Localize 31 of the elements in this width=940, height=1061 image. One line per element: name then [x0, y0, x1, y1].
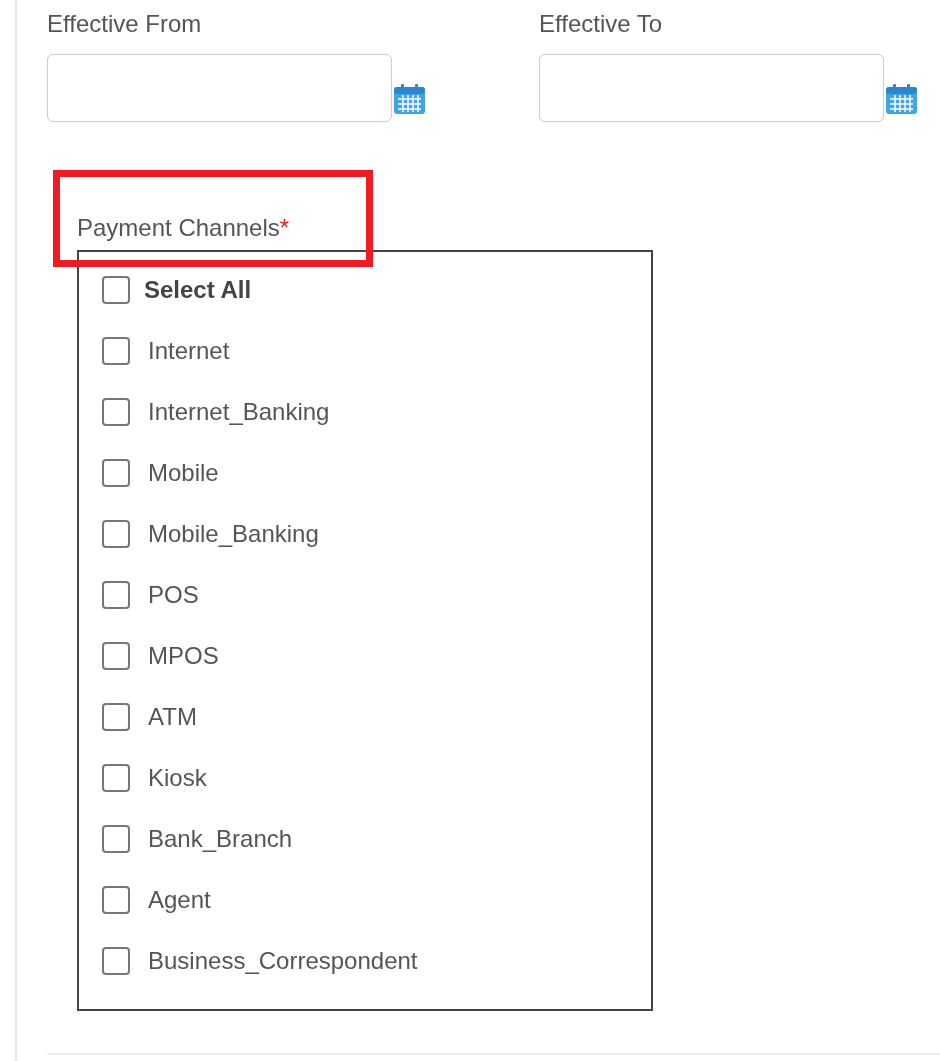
- option-label: Business_Correspondent: [148, 946, 418, 975]
- option-label: Internet: [148, 336, 230, 365]
- checkbox[interactable]: [102, 336, 130, 365]
- checkbox[interactable]: [102, 397, 130, 426]
- checkbox[interactable]: [102, 641, 130, 670]
- option-label: Select All: [144, 276, 252, 304]
- field-label: Payment Channels*: [77, 214, 290, 242]
- option-label: Kiosk: [148, 763, 207, 792]
- option-label: ATM: [148, 702, 197, 731]
- option-label: Bank_Branch: [148, 824, 293, 853]
- checkbox[interactable]: [102, 824, 130, 853]
- option-label: MPOS: [148, 641, 219, 670]
- checkbox[interactable]: [102, 519, 130, 548]
- date-field[interactable]: [47, 54, 392, 122]
- checkbox[interactable]: [102, 946, 130, 975]
- checkbox[interactable]: [102, 885, 130, 914]
- calendar-icon[interactable]: [885, 83, 918, 115]
- option-label: Mobile: [148, 458, 219, 487]
- checkbox[interactable]: [102, 580, 130, 609]
- field-label: Effective From: [47, 10, 202, 38]
- field-label: Effective To: [539, 10, 663, 38]
- option-label: Agent: [148, 885, 211, 914]
- calendar-icon[interactable]: [393, 83, 426, 115]
- checkbox[interactable]: [102, 763, 130, 792]
- checkbox[interactable]: [102, 458, 130, 487]
- checkbox[interactable]: [102, 702, 130, 731]
- option-label: Internet_Banking: [148, 397, 330, 426]
- option-label: Mobile_Banking: [148, 519, 319, 548]
- option-label: POS: [148, 580, 199, 609]
- checkbox[interactable]: [102, 276, 130, 304]
- date-field[interactable]: [539, 54, 884, 122]
